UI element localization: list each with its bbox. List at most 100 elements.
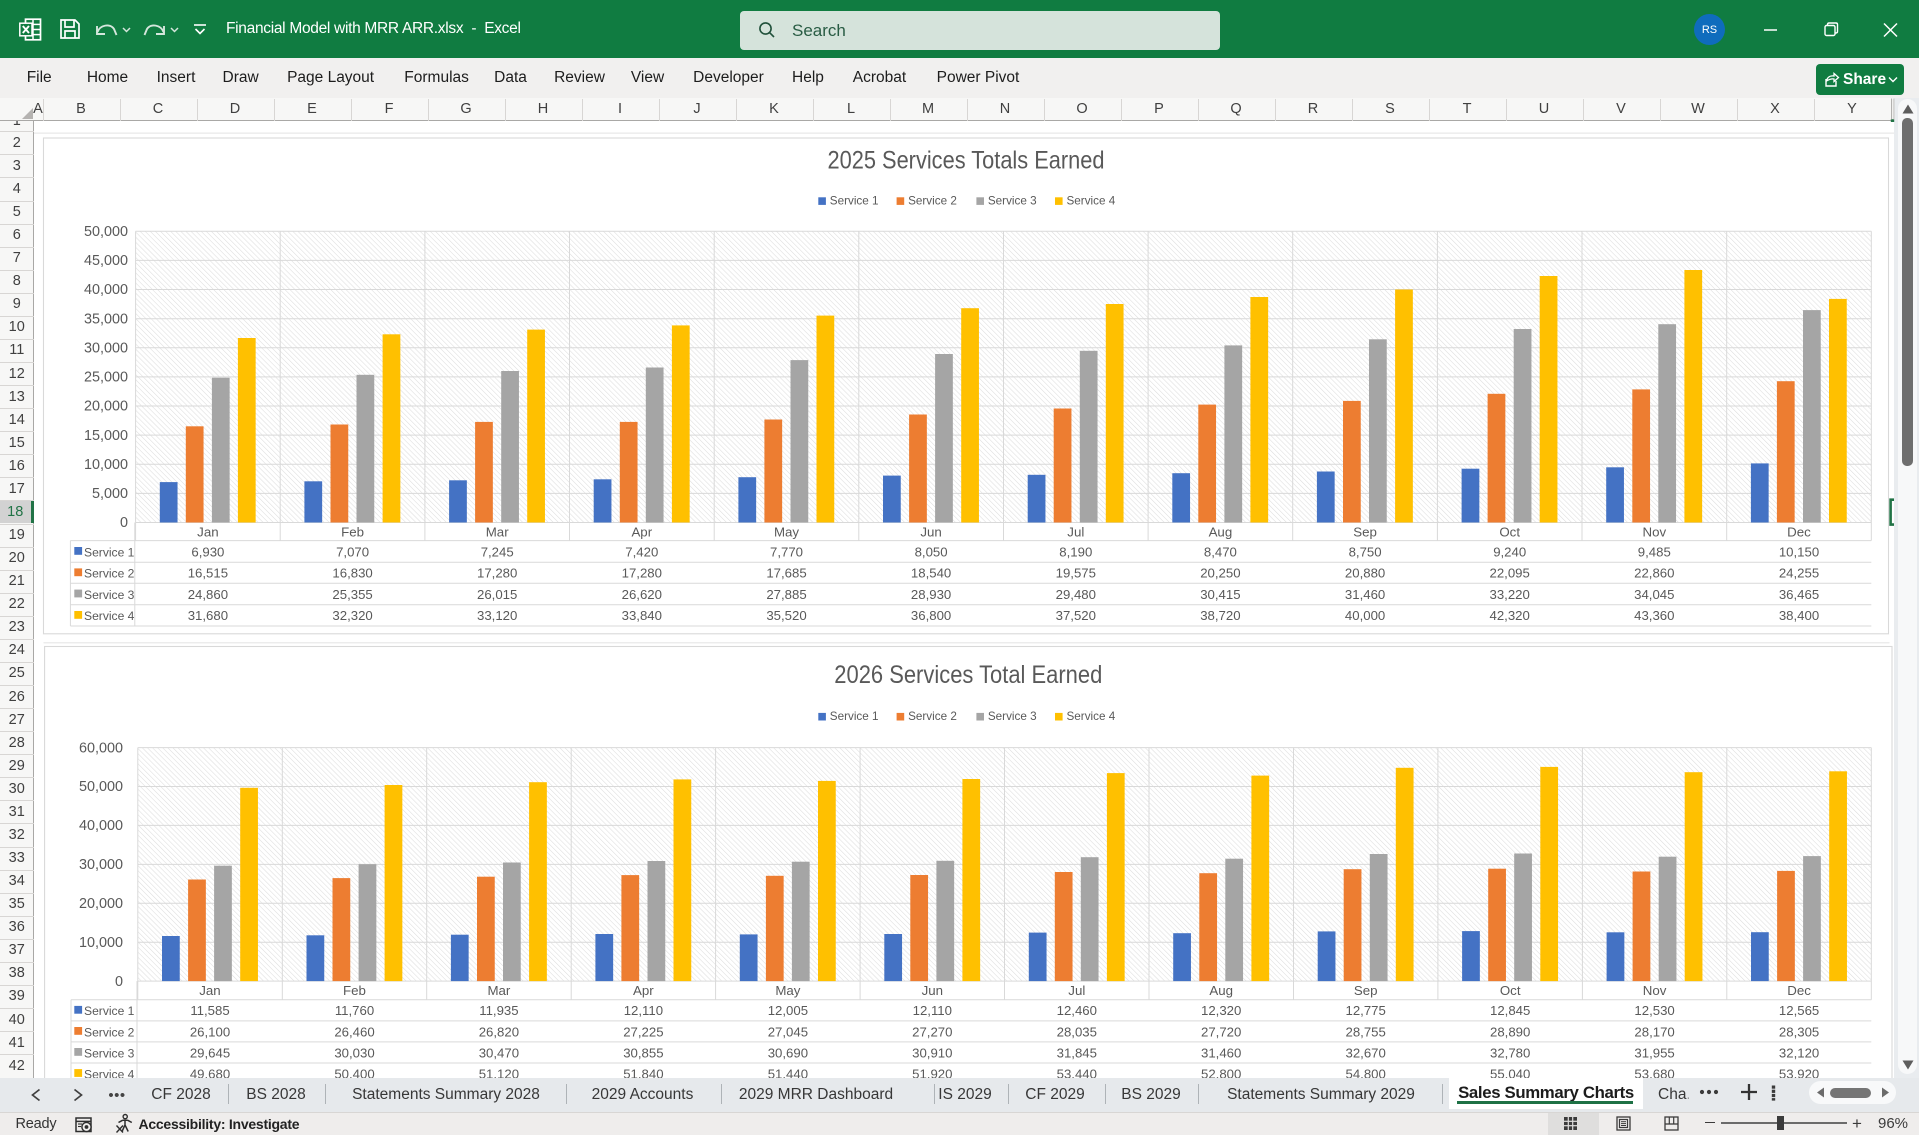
- svg-text:43,360: 43,360: [1634, 608, 1674, 623]
- svg-text:Service 3: Service 3: [988, 195, 1037, 208]
- svg-text:60,000: 60,000: [79, 740, 123, 756]
- svg-text:Jun: Jun: [922, 983, 943, 998]
- svg-text:30,910: 30,910: [912, 1045, 952, 1060]
- svg-text:Jul: Jul: [1068, 983, 1085, 998]
- svg-text:30,690: 30,690: [768, 1045, 808, 1060]
- svg-text:7,245: 7,245: [481, 544, 514, 559]
- svg-text:Oct: Oct: [1500, 983, 1521, 998]
- svg-text:30,415: 30,415: [1200, 587, 1240, 602]
- svg-text:40,000: 40,000: [84, 282, 128, 298]
- svg-text:16,830: 16,830: [332, 566, 372, 581]
- svg-text:Service 1: Service 1: [84, 1004, 135, 1018]
- svg-text:11,760: 11,760: [335, 1003, 374, 1018]
- svg-text:Service 1: Service 1: [830, 195, 879, 208]
- svg-text:12,460: 12,460: [1057, 1003, 1097, 1018]
- svg-text:28,930: 28,930: [911, 587, 951, 602]
- svg-text:29,645: 29,645: [190, 1045, 230, 1060]
- svg-text:10,000: 10,000: [84, 457, 128, 473]
- svg-text:2026 Services Total Earned: 2026 Services Total Earned: [834, 661, 1102, 689]
- svg-text:Sep: Sep: [1354, 983, 1378, 998]
- svg-text:26,015: 26,015: [477, 587, 517, 602]
- svg-text:Aug: Aug: [1209, 983, 1233, 998]
- svg-text:32,670: 32,670: [1346, 1045, 1386, 1060]
- svg-text:42,320: 42,320: [1490, 608, 1530, 623]
- svg-text:33,120: 33,120: [477, 608, 517, 623]
- svg-text:7,070: 7,070: [336, 544, 369, 559]
- svg-text:37,520: 37,520: [1056, 608, 1096, 623]
- svg-text:Service 3: Service 3: [988, 710, 1037, 723]
- svg-text:38,400: 38,400: [1779, 608, 1819, 623]
- svg-text:28,170: 28,170: [1634, 1024, 1674, 1039]
- svg-text:30,000: 30,000: [79, 857, 123, 873]
- svg-text:7,770: 7,770: [770, 544, 803, 559]
- svg-text:Service 2: Service 2: [908, 195, 957, 208]
- svg-text:15,000: 15,000: [84, 428, 128, 444]
- svg-text:20,250: 20,250: [1200, 566, 1240, 581]
- svg-text:Jan: Jan: [199, 983, 220, 998]
- svg-text:11,585: 11,585: [190, 1003, 229, 1018]
- svg-text:30,470: 30,470: [479, 1045, 519, 1060]
- svg-text:12,005: 12,005: [768, 1003, 808, 1018]
- svg-text:Service 3: Service 3: [84, 1046, 135, 1060]
- svg-text:Service 1: Service 1: [830, 710, 879, 723]
- svg-text:36,465: 36,465: [1779, 587, 1819, 602]
- svg-text:32,780: 32,780: [1490, 1045, 1530, 1060]
- svg-text:8,470: 8,470: [1204, 544, 1237, 559]
- svg-text:Jan: Jan: [197, 524, 218, 539]
- svg-text:20,000: 20,000: [79, 896, 123, 912]
- svg-text:29,480: 29,480: [1056, 587, 1096, 602]
- svg-text:Service 2: Service 2: [908, 710, 957, 723]
- svg-text:31,845: 31,845: [1057, 1045, 1097, 1060]
- svg-text:50,000: 50,000: [84, 224, 128, 240]
- svg-text:27,885: 27,885: [766, 587, 806, 602]
- svg-text:45,000: 45,000: [84, 253, 128, 269]
- svg-text:31,460: 31,460: [1345, 587, 1385, 602]
- svg-text:36,800: 36,800: [911, 608, 951, 623]
- svg-text:8,750: 8,750: [1349, 544, 1382, 559]
- svg-text:30,855: 30,855: [623, 1045, 663, 1060]
- svg-text:31,460: 31,460: [1201, 1045, 1241, 1060]
- svg-text:May: May: [774, 524, 799, 539]
- svg-text:12,110: 12,110: [913, 1003, 952, 1018]
- svg-text:40,000: 40,000: [1345, 608, 1385, 623]
- svg-text:Apr: Apr: [631, 524, 652, 539]
- svg-text:38,720: 38,720: [1200, 608, 1240, 623]
- svg-text:28,035: 28,035: [1057, 1024, 1097, 1039]
- svg-text:8,190: 8,190: [1059, 544, 1092, 559]
- svg-text:Feb: Feb: [343, 983, 366, 998]
- svg-text:26,100: 26,100: [190, 1024, 230, 1039]
- svg-text:12,530: 12,530: [1634, 1003, 1674, 1018]
- svg-text:8,050: 8,050: [915, 544, 948, 559]
- svg-text:25,000: 25,000: [84, 370, 128, 386]
- svg-text:11,935: 11,935: [479, 1003, 518, 1018]
- svg-text:12,565: 12,565: [1779, 1003, 1819, 1018]
- svg-text:17,280: 17,280: [622, 566, 662, 581]
- svg-text:0: 0: [115, 974, 123, 990]
- svg-text:Mar: Mar: [487, 983, 510, 998]
- svg-text:Service 4: Service 4: [1067, 195, 1116, 208]
- svg-text:20,000: 20,000: [84, 399, 128, 415]
- svg-text:12,110: 12,110: [624, 1003, 663, 1018]
- svg-text:22,860: 22,860: [1634, 566, 1674, 581]
- svg-text:18,540: 18,540: [911, 566, 951, 581]
- svg-text:31,680: 31,680: [188, 608, 228, 623]
- svg-text:17,280: 17,280: [477, 566, 517, 581]
- svg-text:Dec: Dec: [1787, 983, 1811, 998]
- svg-text:50,000: 50,000: [79, 779, 123, 795]
- svg-text:10,150: 10,150: [1779, 544, 1819, 559]
- svg-text:12,845: 12,845: [1490, 1003, 1530, 1018]
- svg-text:27,045: 27,045: [768, 1024, 808, 1039]
- svg-text:31,955: 31,955: [1634, 1045, 1674, 1060]
- svg-text:9,240: 9,240: [1493, 544, 1526, 559]
- svg-text:33,840: 33,840: [622, 608, 662, 623]
- svg-text:35,000: 35,000: [84, 311, 128, 327]
- svg-text:16,515: 16,515: [188, 566, 228, 581]
- svg-text:Service 2: Service 2: [84, 567, 135, 581]
- svg-text:35,520: 35,520: [766, 608, 806, 623]
- svg-text:Aug: Aug: [1209, 524, 1233, 539]
- svg-text:30,030: 30,030: [334, 1045, 374, 1060]
- svg-text:22,095: 22,095: [1490, 566, 1530, 581]
- svg-text:Feb: Feb: [341, 524, 364, 539]
- svg-text:Service 2: Service 2: [84, 1025, 135, 1039]
- svg-text:30,000: 30,000: [84, 341, 128, 357]
